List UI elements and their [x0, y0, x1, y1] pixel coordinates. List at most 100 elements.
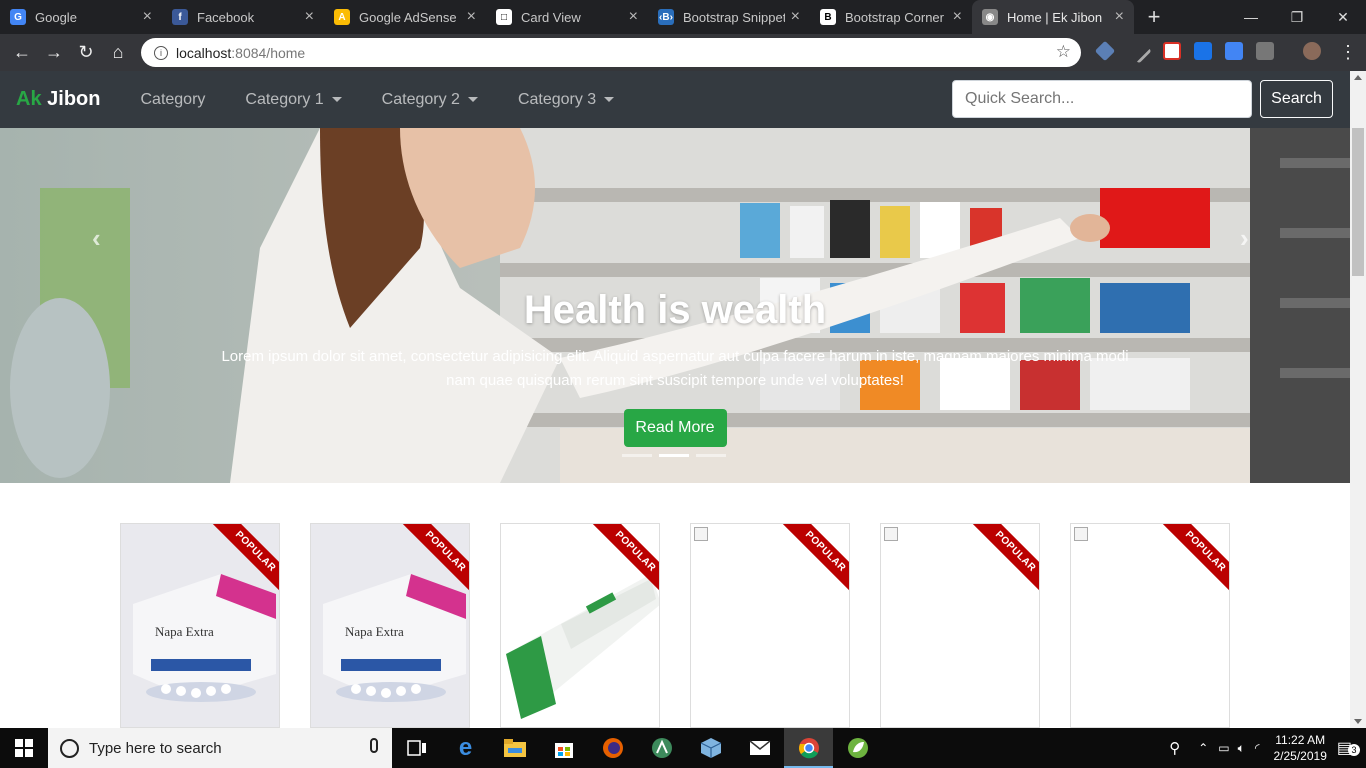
- url-host: localhost: [176, 44, 232, 61]
- taskbar-search-placeholder: Type here to search: [89, 739, 222, 757]
- carousel-prev-icon[interactable]: ‹: [92, 223, 101, 254]
- close-tab-icon[interactable]: ×: [953, 8, 962, 26]
- popular-ribbon: POPULAR: [972, 524, 1039, 595]
- carousel-next-icon[interactable]: ›: [1240, 223, 1249, 254]
- profile-avatar[interactable]: [1303, 42, 1321, 60]
- forward-icon[interactable]: →: [38, 37, 70, 69]
- carousel-indicator-2[interactable]: [659, 454, 689, 457]
- home-icon[interactable]: ⌂: [102, 37, 134, 69]
- carousel-indicator-3[interactable]: [696, 454, 726, 457]
- close-tab-icon[interactable]: ×: [143, 8, 152, 26]
- extension-cube-icon[interactable]: [1094, 40, 1116, 62]
- close-tab-icon[interactable]: ×: [629, 8, 638, 26]
- popular-ribbon: POPULAR: [782, 524, 849, 595]
- url-path: :8084/home: [231, 44, 306, 61]
- product-card[interactable]: POPULAR: [880, 523, 1040, 728]
- task-view-icon[interactable]: [392, 728, 441, 768]
- document-icon: □: [496, 9, 512, 25]
- page-scrollbar[interactable]: [1350, 71, 1366, 728]
- wifi-icon[interactable]: ◜: [1255, 741, 1260, 755]
- minimize-icon[interactable]: —: [1228, 0, 1274, 34]
- extension-eyedropper-icon[interactable]: [1126, 38, 1152, 64]
- product-card[interactable]: POPULAR: [500, 523, 660, 728]
- nav-category-1-dropdown[interactable]: Category 1: [225, 91, 361, 109]
- browser-tab[interactable]: ‹B› Bootstrap Snippet ×: [648, 0, 810, 34]
- close-tab-icon[interactable]: ×: [305, 8, 314, 26]
- product-card[interactable]: POPULAR: [1070, 523, 1230, 728]
- extension-screen-icon[interactable]: [1194, 42, 1212, 60]
- browser-tab[interactable]: f Facebook ×: [162, 0, 324, 34]
- taskbar-search-box[interactable]: Type here to search: [48, 728, 392, 768]
- search-button[interactable]: Search: [1260, 80, 1333, 118]
- caret-down-icon: [604, 97, 615, 102]
- bootsnipp-icon: ‹B›: [658, 9, 674, 25]
- menu-dots-icon[interactable]: ⋮: [1332, 36, 1364, 68]
- browser-tab[interactable]: □ Card View ×: [486, 0, 648, 34]
- browser-tab[interactable]: A Google AdSense ×: [324, 0, 486, 34]
- windows-start-icon[interactable]: [0, 728, 48, 768]
- file-explorer-icon[interactable]: [490, 728, 539, 768]
- system-tray: ⚲ ⌃ ▭ 🔈︎ ◜ 11:22 AM 2/25/2019 ▤ 3: [1169, 728, 1366, 768]
- svg-text:Napa Extra: Napa Extra: [155, 624, 214, 639]
- android-studio-icon[interactable]: [637, 728, 686, 768]
- address-bar[interactable]: i localhost:8084/home ☆: [141, 38, 1081, 67]
- mail-icon[interactable]: [735, 728, 784, 768]
- store-icon[interactable]: [539, 728, 588, 768]
- scrollbar-thumb[interactable]: [1352, 128, 1364, 276]
- bootstrap-icon: B: [820, 9, 836, 25]
- people-icon[interactable]: ⚲: [1169, 739, 1180, 757]
- bookmark-star-icon[interactable]: ☆: [1056, 42, 1071, 62]
- chrome-icon[interactable]: [784, 728, 833, 768]
- hero-carousel: ‹ › Health is wealth Lorem ipsum dolor s…: [0, 128, 1350, 483]
- scroll-up-icon[interactable]: [1354, 75, 1362, 80]
- popular-ribbon: POPULAR: [1162, 524, 1229, 595]
- volume-icon[interactable]: 🔈︎: [1238, 741, 1245, 756]
- product-card[interactable]: POPULAR: [690, 523, 850, 728]
- broken-image-icon: [884, 527, 898, 541]
- browser-tab[interactable]: G Google ×: [0, 0, 162, 34]
- nav-category-3-dropdown[interactable]: Category 3: [498, 91, 634, 109]
- translate-icon[interactable]: [1225, 42, 1243, 60]
- hero-title: Health is wealth: [523, 288, 827, 332]
- battery-icon[interactable]: ▭: [1218, 741, 1229, 755]
- scroll-down-icon[interactable]: [1354, 719, 1362, 724]
- firefox-icon[interactable]: [588, 728, 637, 768]
- edge-browser-icon[interactable]: e: [441, 728, 490, 768]
- carousel-indicator-1[interactable]: [622, 454, 652, 457]
- browser-tab[interactable]: ◉ Home | Ek Jibon ×: [972, 0, 1134, 34]
- microphone-icon[interactable]: [370, 738, 378, 753]
- google-icon: G: [10, 9, 26, 25]
- read-more-button[interactable]: Read More: [623, 409, 727, 447]
- window-controls: — ❐ ✕: [1228, 0, 1366, 34]
- facebook-ext-icon[interactable]: [1256, 42, 1274, 60]
- browser-tab[interactable]: B Bootstrap Corner ×: [810, 0, 972, 34]
- tab-title: Facebook: [197, 9, 255, 25]
- broken-image-icon: [1074, 527, 1088, 541]
- brand-logo[interactable]: Ak Jibon: [16, 88, 100, 111]
- browser-toolbar: ← → ↻ ⌂ i localhost:8084/home ☆ ⋮: [0, 34, 1366, 71]
- close-tab-icon[interactable]: ×: [791, 8, 800, 26]
- spring-tool-icon[interactable]: [833, 728, 882, 768]
- taskbar-clock[interactable]: 11:22 AM 2/25/2019: [1273, 732, 1326, 764]
- maximize-icon[interactable]: ❐: [1274, 0, 1320, 34]
- nav-label: Category 3: [517, 90, 597, 108]
- close-window-icon[interactable]: ✕: [1320, 0, 1366, 34]
- virtualbox-icon[interactable]: [686, 728, 735, 768]
- site-info-icon[interactable]: i: [154, 45, 168, 60]
- product-card[interactable]: Napa Extra POPULAR: [310, 523, 470, 728]
- back-icon[interactable]: ←: [6, 37, 38, 69]
- nav-category-2-dropdown[interactable]: Category 2: [362, 91, 498, 109]
- tab-title: Google AdSense: [359, 9, 457, 25]
- reload-icon[interactable]: ↻: [70, 37, 102, 69]
- gmail-icon[interactable]: [1163, 42, 1181, 60]
- tab-title: Google: [35, 9, 77, 25]
- close-tab-icon[interactable]: ×: [467, 8, 476, 26]
- notification-center-icon[interactable]: ▤ 3: [1337, 738, 1360, 758]
- nav-category[interactable]: Category: [120, 91, 225, 109]
- show-hidden-icons-chevron-icon[interactable]: ⌃: [1198, 741, 1208, 755]
- new-tab-icon[interactable]: +: [1134, 0, 1174, 34]
- product-card[interactable]: Napa Extra POPULAR: [120, 523, 280, 728]
- tab-title: Card View: [521, 9, 581, 25]
- quick-search-input[interactable]: [952, 80, 1252, 118]
- close-tab-icon[interactable]: ×: [1115, 8, 1124, 26]
